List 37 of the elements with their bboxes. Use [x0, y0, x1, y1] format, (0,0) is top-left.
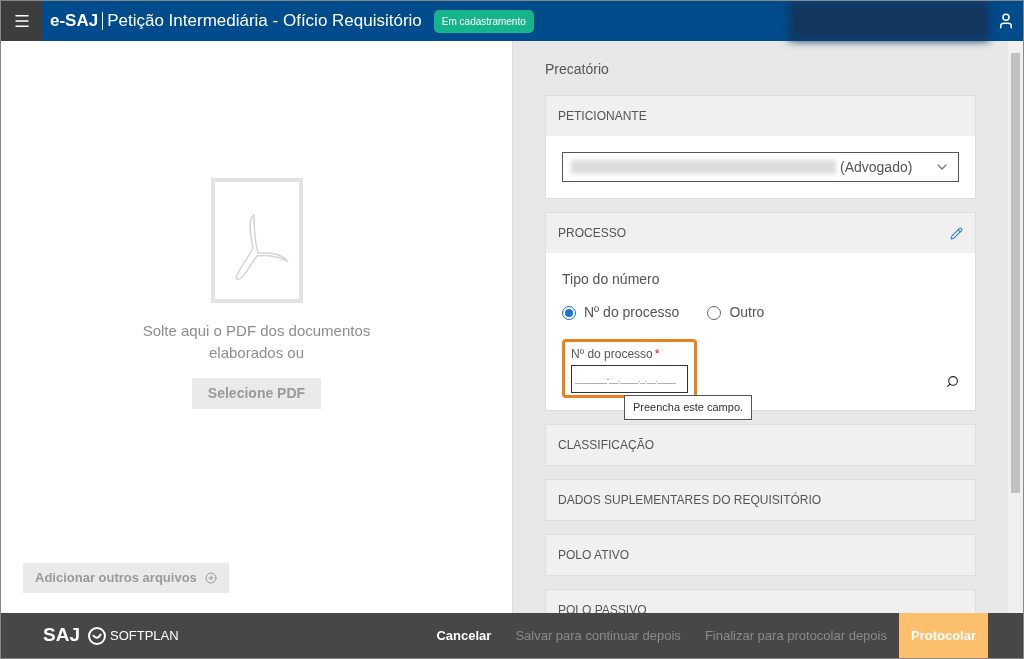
section-title: CLASSIFICAÇÃO: [558, 437, 655, 454]
form-title: Precatório: [545, 60, 610, 79]
user-icon[interactable]: [997, 12, 1015, 30]
section-header[interactable]: PETICIONANTE: [546, 96, 975, 136]
section-header[interactable]: POLO ATIVO: [546, 535, 975, 575]
section-header[interactable]: PROCESSO: [546, 213, 975, 253]
plus-icon: [204, 572, 217, 584]
scrollbar[interactable]: [1008, 41, 1023, 613]
pdf-file-icon: [210, 178, 303, 303]
field-label: Nº do processo *: [571, 346, 661, 363]
select-field[interactable]: (Advogado): [562, 152, 959, 182]
menu-button[interactable]: [1, 1, 42, 41]
section-header[interactable]: CLASSIFICAÇÃO: [546, 425, 975, 465]
radio-option[interactable]: Nº do processo: [562, 302, 680, 323]
section-title: PETICIONANTE: [558, 108, 647, 125]
status-badge: Em cadastramento: [433, 9, 534, 33]
field-label: Tipo do número: [562, 270, 661, 289]
page-title: Petição Intermediária - Ofício Requisitório: [102, 12, 422, 30]
search-icon[interactable]: [946, 375, 959, 388]
section-header[interactable]: DADOS SUPLEMENTARES DO REQUISITÓRIO: [546, 480, 975, 520]
drop-message: Solte aqui o PDF dos documentos elaborados ou: [141, 321, 372, 363]
process-number-field[interactable]: _______-__.____._.__.____: [571, 365, 688, 393]
section-title: PROCESSO: [558, 225, 626, 242]
footer-button[interactable]: Cancelar: [424, 613, 504, 658]
edit-icon[interactable]: [950, 226, 963, 240]
radio-label: Outro: [729, 303, 765, 322]
app-name: e-SAJ: [50, 10, 99, 33]
section-title: DADOS SUPLEMENTARES DO REQUISITÓRIO: [558, 491, 822, 509]
section-title: POLO ATIVO: [558, 547, 630, 564]
brand-name: SOFTPLAN: [109, 626, 179, 645]
radio-label: Nº do processo: [584, 303, 680, 322]
radio-option[interactable]: Outro: [707, 302, 765, 323]
saj-logo: SAJ: [43, 623, 80, 648]
select-value: (Advogado): [840, 157, 914, 177]
menu-icon: [12, 12, 31, 30]
tooltip: Preencha este campo.: [624, 395, 753, 420]
required-mark: *: [654, 347, 660, 361]
